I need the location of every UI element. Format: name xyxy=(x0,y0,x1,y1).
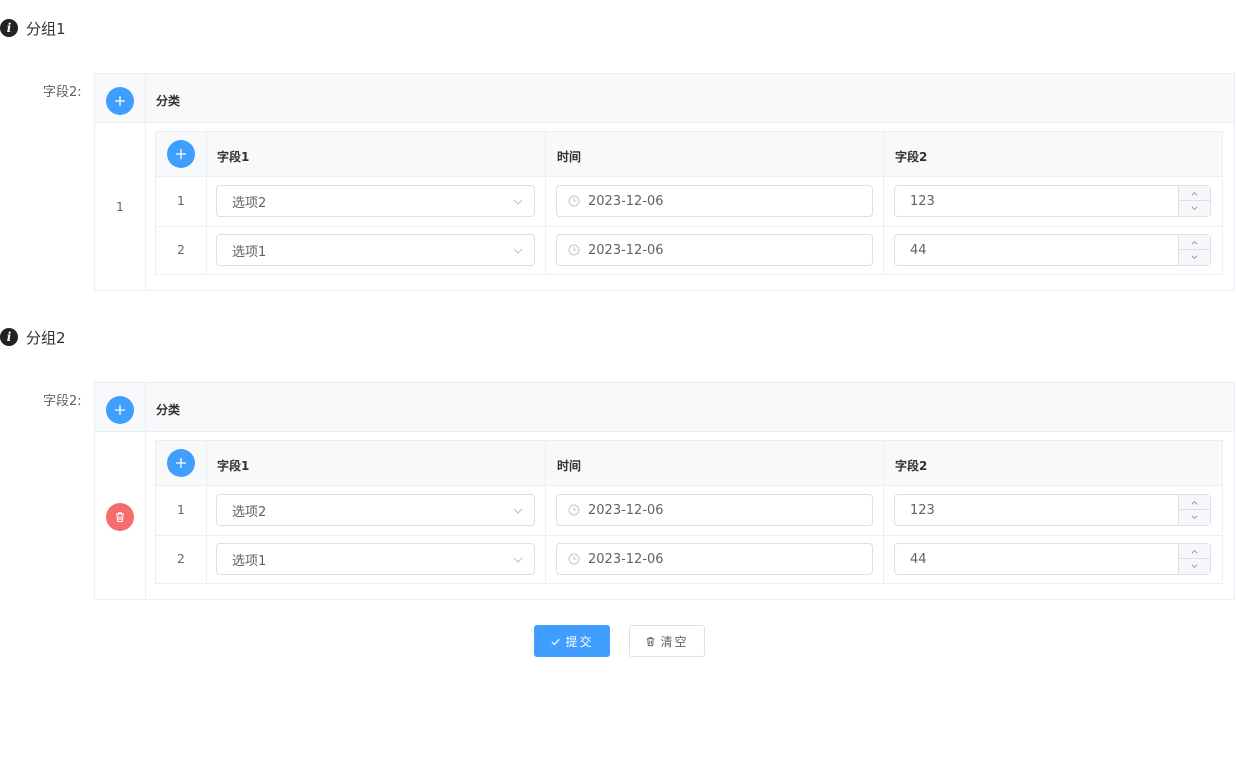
select-value: 选项1 xyxy=(232,244,267,260)
add-category-button[interactable] xyxy=(106,396,134,424)
plus-icon xyxy=(115,96,125,106)
increment-button[interactable] xyxy=(1179,544,1210,559)
check-icon xyxy=(551,638,561,645)
date-value: 2023-12-06 xyxy=(588,193,664,209)
row-index: 1 xyxy=(177,194,185,208)
clear-label: 清空 xyxy=(660,634,689,649)
chevron-down-icon xyxy=(1191,206,1198,211)
outer-row-index: 1 xyxy=(116,200,124,214)
info-icon: i xyxy=(0,19,18,37)
plus-icon xyxy=(115,405,125,415)
row-index: 2 xyxy=(177,243,185,257)
date-value: 2023-12-06 xyxy=(588,242,664,258)
group-title-text: 分组2 xyxy=(26,328,66,347)
field2-number-input[interactable]: 44 xyxy=(894,234,1211,266)
date-picker[interactable]: 2023-12-06 xyxy=(556,185,873,217)
trash-icon xyxy=(116,512,124,522)
date-picker[interactable]: 2023-12-06 xyxy=(556,494,873,526)
chevron-down-icon xyxy=(513,557,523,563)
chevron-down-icon xyxy=(513,199,523,205)
add-category-button[interactable] xyxy=(106,87,134,115)
date-value: 2023-12-06 xyxy=(588,551,664,567)
field-label: 字段2: xyxy=(43,394,82,409)
select-value: 选项2 xyxy=(232,195,267,211)
number-value: 44 xyxy=(910,551,927,567)
outer-table-header xyxy=(95,74,1234,123)
column-header-field1: 字段1 xyxy=(217,459,250,473)
clear-button[interactable]: 清空 xyxy=(629,625,705,657)
chevron-up-icon xyxy=(1191,191,1198,196)
field1-select[interactable]: 选项2 xyxy=(216,494,535,526)
group-title-text: 分组1 xyxy=(26,19,66,38)
column-header-time: 时间 xyxy=(557,459,582,473)
column-header-field2: 字段2 xyxy=(895,150,928,164)
field1-select[interactable]: 选项1 xyxy=(216,234,535,266)
field1-select[interactable]: 选项1 xyxy=(216,543,535,575)
submit-button[interactable]: 提交 xyxy=(534,625,610,657)
date-value: 2023-12-06 xyxy=(588,502,664,518)
inner-table-header xyxy=(156,441,1222,486)
trash-icon xyxy=(647,636,655,646)
plus-icon xyxy=(176,149,186,159)
field2-number-input[interactable]: 44 xyxy=(894,543,1211,575)
column-header-field2: 字段2 xyxy=(895,459,928,473)
outer-table-header xyxy=(95,383,1234,432)
number-value: 123 xyxy=(910,193,935,209)
info-icon: i xyxy=(0,328,18,346)
inner-table: 字段1 时间 字段2 1 选项2 2023-12-06 123 2 选项1 20… xyxy=(155,131,1223,275)
increment-button[interactable] xyxy=(1179,186,1210,201)
clock-icon xyxy=(568,553,580,565)
decrement-button[interactable] xyxy=(1179,201,1210,216)
group-1-title: i 分组1 xyxy=(0,18,66,38)
field2-number-input[interactable]: 123 xyxy=(894,494,1211,526)
submit-label: 提交 xyxy=(565,634,594,649)
clock-icon xyxy=(568,244,580,256)
clock-icon xyxy=(568,504,580,516)
plus-icon xyxy=(176,458,186,468)
select-value: 选项2 xyxy=(232,504,267,520)
outer-table-group-2: 分类 字段1 时间 字段2 1 选项2 2023-12-06 123 2 选项1… xyxy=(94,382,1235,600)
inner-table: 字段1 时间 字段2 1 选项2 2023-12-06 123 2 选项1 20… xyxy=(155,440,1223,584)
increment-button[interactable] xyxy=(1179,495,1210,510)
date-picker[interactable]: 2023-12-06 xyxy=(556,543,873,575)
clock-icon xyxy=(568,195,580,207)
outer-table-group-1: 分类 1 字段1 时间 字段2 1 选项2 2023-12-06 123 2 选… xyxy=(94,73,1235,291)
chevron-down-icon xyxy=(513,248,523,254)
select-value: 选项1 xyxy=(232,553,267,569)
chevron-up-icon xyxy=(1191,500,1198,505)
decrement-button[interactable] xyxy=(1179,510,1210,525)
chevron-down-icon xyxy=(513,508,523,514)
column-header-field1: 字段1 xyxy=(217,150,250,164)
chevron-down-icon xyxy=(1191,515,1198,520)
delete-category-button[interactable] xyxy=(106,503,134,531)
field1-select[interactable]: 选项2 xyxy=(216,185,535,217)
row-index: 1 xyxy=(177,503,185,517)
add-row-button[interactable] xyxy=(167,449,195,477)
date-picker[interactable]: 2023-12-06 xyxy=(556,234,873,266)
outer-header-label: 分类 xyxy=(156,403,181,417)
chevron-down-icon xyxy=(1191,255,1198,260)
number-value: 44 xyxy=(910,242,927,258)
chevron-up-icon xyxy=(1191,549,1198,554)
inner-table-header xyxy=(156,132,1222,177)
group-2-title: i 分组2 xyxy=(0,327,66,347)
chevron-down-icon xyxy=(1191,564,1198,569)
increment-button[interactable] xyxy=(1179,235,1210,250)
add-row-button[interactable] xyxy=(167,140,195,168)
number-value: 123 xyxy=(910,502,935,518)
row-index: 2 xyxy=(177,552,185,566)
decrement-button[interactable] xyxy=(1179,559,1210,574)
outer-header-label: 分类 xyxy=(156,94,181,108)
chevron-up-icon xyxy=(1191,240,1198,245)
decrement-button[interactable] xyxy=(1179,250,1210,265)
field-label: 字段2: xyxy=(43,85,82,100)
field2-number-input[interactable]: 123 xyxy=(894,185,1211,217)
column-header-time: 时间 xyxy=(557,150,582,164)
